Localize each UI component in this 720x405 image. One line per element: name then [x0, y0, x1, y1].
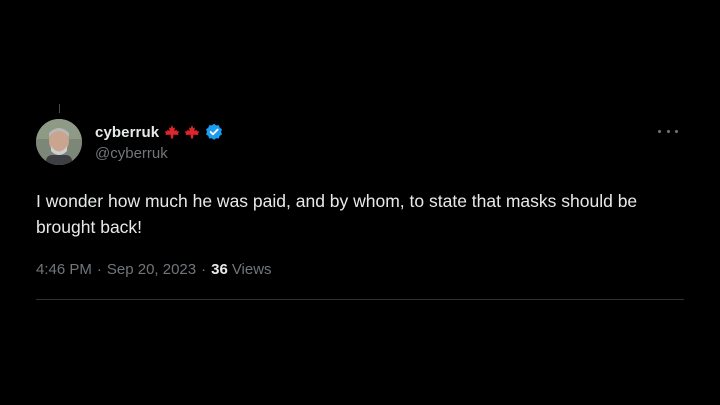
tweet-text: I wonder how much he was paid, and by wh… — [36, 191, 638, 237]
author-name-row: cyberruk — [95, 122, 223, 142]
tweet-meta: 4:46 PM · Sep 20, 2023 · 36 Views — [36, 261, 272, 278]
flag-group — [163, 124, 201, 140]
meta-separator: · — [201, 261, 207, 278]
more-horizontal-icon[interactable] — [658, 126, 678, 136]
tweet-date[interactable]: Sep 20, 2023 — [107, 261, 196, 278]
verified-badge-icon — [205, 123, 223, 141]
avatar[interactable] — [36, 119, 82, 165]
views-label: Views — [231, 261, 272, 278]
meta-separator: · — [96, 261, 102, 278]
canada-flag-icon — [183, 124, 201, 140]
avatar-image — [36, 119, 82, 165]
views-count: 36 — [211, 261, 228, 278]
author-display-name[interactable]: cyberruk — [95, 124, 159, 141]
canada-flag-icon — [163, 124, 181, 140]
author-handle[interactable]: @cyberruk — [95, 145, 168, 162]
thread-tick — [59, 104, 60, 113]
tweet-card: cyberruk @cyberruk I wonder how much he … — [36, 104, 684, 300]
tweet-time[interactable]: 4:46 PM — [36, 261, 92, 278]
divider — [36, 299, 684, 300]
